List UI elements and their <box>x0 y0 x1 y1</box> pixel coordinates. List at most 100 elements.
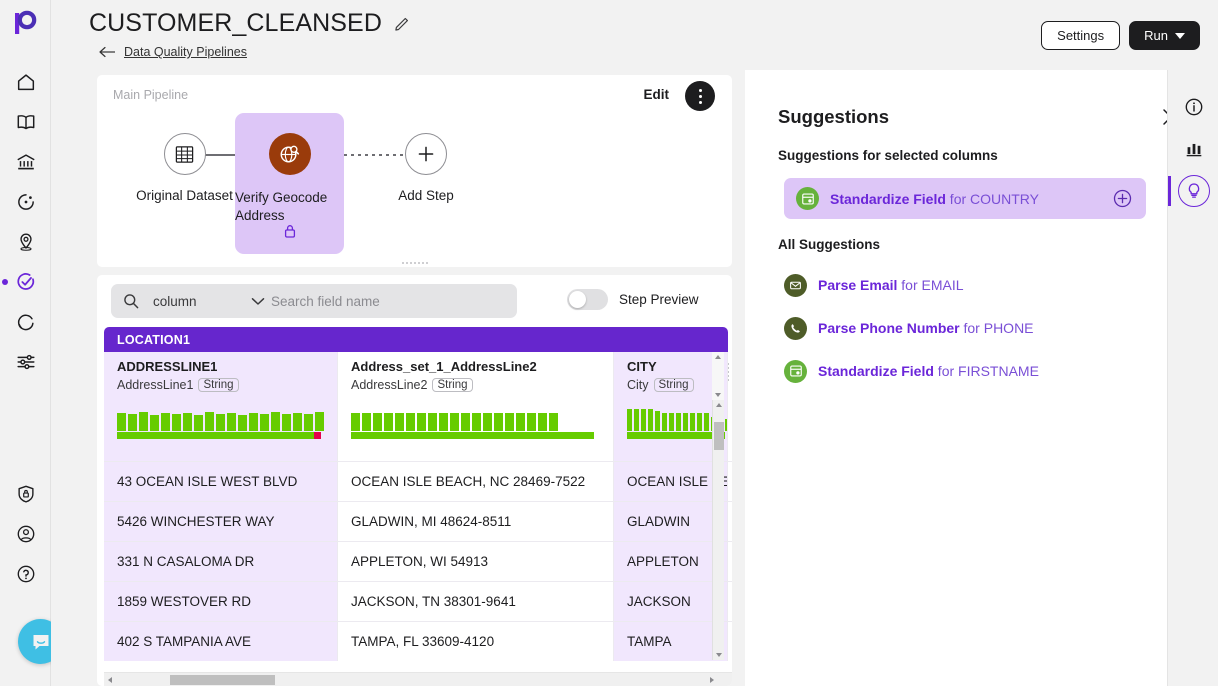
table-cell[interactable]: GLADWIN <box>614 502 728 541</box>
sidebar-item-data-quality[interactable] <box>0 262 51 302</box>
suggestion-standardize-field-firstname[interactable]: Standardize Field for FIRSTNAME <box>784 356 1164 386</box>
sidebar-nav <box>0 62 51 382</box>
add-step-circle <box>405 133 447 175</box>
chevron-down-icon <box>251 297 265 305</box>
table-cell[interactable]: GLADWIN, MI 48624-8511 <box>338 502 614 541</box>
info-circle-icon <box>1185 98 1202 116</box>
table-cell[interactable]: TAMPA, FL 33609-4120 <box>338 622 614 661</box>
sidebar-bottom-nav <box>0 474 51 594</box>
kebab-menu-icon[interactable] <box>685 81 715 111</box>
table-cell[interactable]: 43 OCEAN ISLE WEST BLVD <box>104 462 338 501</box>
table-cell[interactable]: 331 N CASALOMA DR <box>104 542 338 581</box>
table-row[interactable]: 1859 WESTOVER RD JACKSON, TN 38301-9641 JA… <box>104 581 732 621</box>
left-sidebar <box>0 0 71 686</box>
search-input[interactable] <box>269 292 517 310</box>
column-header-address-set-1-addressline2[interactable]: Address_set_1_AddressLine2 AddressLine2 … <box>338 352 614 400</box>
column-source: AddressLine2 <box>351 378 428 392</box>
table-row[interactable]: 331 N CASALOMA DR APPLETON, WI 54913 APPLE… <box>104 541 732 581</box>
pipeline-step-verify-geocode-address[interactable]: Verify Geocode Address <box>235 113 344 254</box>
table-cell[interactable]: OCEAN ISLE BEACH, NC 28469-7522 <box>338 462 614 501</box>
sidebar-item-jobs[interactable] <box>0 302 51 342</box>
table-cell[interactable]: JACKSON, TN 38301-9641 <box>338 582 614 621</box>
plus-circle-icon[interactable] <box>1113 189 1132 208</box>
column-subtitle: AddressLine1 String <box>117 378 337 392</box>
column-header-city[interactable]: CITY City String <box>614 352 728 400</box>
table-cell[interactable]: OCEAN ISLE BE. <box>614 462 728 501</box>
column-group-header: LOCATION1 <box>104 327 728 352</box>
arrow-left-icon <box>99 46 115 58</box>
table-cell[interactable]: APPLETON <box>614 542 728 581</box>
column-subtitle: AddressLine2 String <box>351 378 613 392</box>
search-scope-select[interactable]: column <box>153 294 265 309</box>
precisely-p-logo-icon[interactable] <box>11 9 39 37</box>
table-row[interactable]: 43 OCEAN ISLE WEST BLVD OCEAN ISLE BEACH,… <box>104 461 732 501</box>
pipeline-node-add-step[interactable]: Add Step <box>366 133 486 205</box>
lock-icon <box>283 224 297 244</box>
table-row[interactable]: 5426 WINCHESTER WAY GLADWIN, MI 48624-851… <box>104 501 732 541</box>
suggestion-parse-phone-number[interactable]: Parse Phone Number for PHONE <box>784 313 1164 343</box>
cell <box>614 445 728 461</box>
sidebar-item-geocode[interactable] <box>0 222 51 262</box>
suggestion-standardize-field-country[interactable]: Standardize Field for COUNTRY <box>784 178 1146 219</box>
sidebar-item-catalog[interactable] <box>0 102 51 142</box>
grid-hscrollbar[interactable] <box>104 672 732 686</box>
column-type-badge: String <box>198 378 239 392</box>
search-scope-value: column <box>153 293 197 309</box>
breadcrumb[interactable]: Data Quality Pipelines <box>99 45 247 59</box>
table-cell[interactable]: JACKSON <box>614 582 728 621</box>
grid-vscrollbar[interactable] <box>712 400 724 660</box>
bank-icon <box>16 154 35 170</box>
refresh-circle-icon <box>17 314 34 331</box>
quality-bar <box>627 432 725 439</box>
table-row[interactable]: 402 S TAMPANIA AVE TAMPA, FL 33609-4120 TA… <box>104 621 732 661</box>
table-cell[interactable]: 402 S TAMPANIA AVE <box>104 622 338 661</box>
add-step-label: Add Step <box>398 188 454 203</box>
sidebar-item-governance[interactable] <box>0 142 51 182</box>
suggestion-parse-email[interactable]: Parse Email for EMAIL <box>784 270 1164 300</box>
column-header-addressline1[interactable]: ADDRESSLINE1 AddressLine1 String <box>104 352 338 400</box>
column-type-badge: String <box>432 378 473 392</box>
right-rail-statistics[interactable] <box>1168 128 1218 170</box>
data-grid-body: ADDRESSLINE1 AddressLine1 String Address… <box>104 352 732 686</box>
table-grid-icon <box>175 145 194 163</box>
right-rail-info[interactable] <box>1168 86 1218 128</box>
run-button-label: Run <box>1144 28 1168 43</box>
envelope-icon <box>784 273 807 297</box>
pie-clock-icon <box>17 194 34 210</box>
table-cell[interactable]: 1859 WESTOVER RD <box>104 582 338 621</box>
pipeline-node-original-dataset[interactable]: Original Dataset <box>127 133 242 205</box>
grid-toolbar: column Step Preview <box>97 275 732 327</box>
user-circle-icon <box>17 525 34 543</box>
run-button[interactable]: Run <box>1129 21 1200 50</box>
histogram-vscrollbar[interactable] <box>712 352 724 400</box>
sidebar-item-account[interactable] <box>0 514 51 554</box>
original-dataset-circle <box>163 133 206 175</box>
sidebar-item-settings[interactable] <box>0 342 51 382</box>
sidebar-item-enrichment[interactable] <box>0 182 51 222</box>
standardize-field-icon <box>784 359 807 383</box>
map-pin-icon <box>19 233 32 251</box>
histogram-bars <box>117 409 324 431</box>
right-rail-suggestions[interactable] <box>1168 170 1218 212</box>
header-actions: Settings Run <box>1041 21 1200 50</box>
table-cell[interactable]: TAMPA <box>614 622 728 661</box>
sidebar-item-help[interactable] <box>0 554 51 594</box>
pencil-icon[interactable] <box>394 15 411 32</box>
phone-icon <box>784 316 807 340</box>
table-cell[interactable]: 5426 WINCHESTER WAY <box>104 502 338 541</box>
grid-vscrollbar-thumb[interactable] <box>714 422 724 450</box>
grid-hscrollbar-thumb[interactable] <box>170 675 275 685</box>
sidebar-item-home[interactable] <box>0 62 51 102</box>
panel-resize-handle[interactable] <box>401 262 428 264</box>
app-root: CUSTOMER_CLEANSED Data Quality Pipelines… <box>0 0 1218 686</box>
settings-button[interactable]: Settings <box>1041 21 1121 50</box>
pipeline-edit-button[interactable]: Edit <box>644 87 670 102</box>
data-grid-card: column Step Preview LOCATION1 <box>97 275 732 686</box>
sidebar-item-security[interactable] <box>0 474 51 514</box>
table-cell[interactable]: APPLETON, WI 54913 <box>338 542 614 581</box>
title-row: CUSTOMER_CLEANSED <box>89 9 411 38</box>
step-preview-toggle[interactable] <box>567 289 608 310</box>
breadcrumb-link[interactable]: Data Quality Pipelines <box>124 45 247 59</box>
histogram-addressline1 <box>104 400 338 445</box>
pipeline-card: Main Pipeline Edit Original Dataset Veri… <box>97 75 732 267</box>
